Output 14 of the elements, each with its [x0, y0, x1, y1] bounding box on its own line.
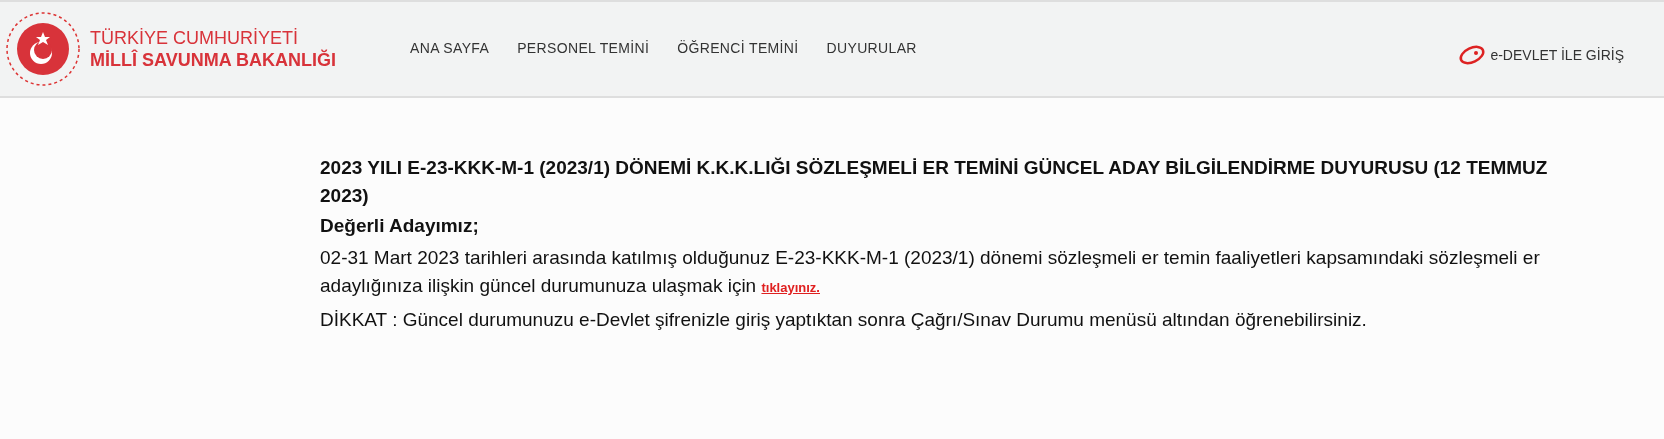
edevlet-login-link[interactable]: e-DEVLET İLE GİRİŞ [1458, 44, 1624, 66]
click-here-link[interactable]: tıklayınız. [761, 280, 820, 295]
logo-subtitle: MİLLÎ SAVUNMA BAKANLIĞI [90, 49, 336, 72]
nav-link[interactable]: PERSONEL TEMİNİ [517, 38, 650, 59]
nav-link[interactable]: ANA SAYFA [410, 38, 490, 59]
logo-title: TÜRKİYE CUMHURİYETİ [90, 26, 299, 49]
edevlet-logo-icon [1458, 45, 1487, 65]
announcement-text: 02-31 Mart 2023 tarihleri arasında katılmış olduğunuz E-23-KKK-M-1 (2023/1) dönemi sözleşmeli er temin faaliyetleri kapsamındaki sözleşmeli er adaylığınıza ilişkin güncel durumunuza ulaşmak için tıklayınız. [320, 246, 1541, 298]
nav-link[interactable]: DUYURULAR [826, 38, 917, 59]
greeting-text: Değerli Adayımız; [320, 214, 480, 238]
announcement-title: 2023 YILI E-23-KKK-M-1 (2023/1) DÖNEMİ K.K.K.LIĞI SÖZLEŞMELİ ER TEMİNİ GÜNCEL ADAY BİLGİLENDİRME DUYURUSU (12 TEMMUZ 2023) [320, 156, 1549, 208]
nav-link[interactable]: ÖĞRENCİ TEMİNİ [677, 38, 799, 59]
emblem-icon[interactable] [4, 10, 82, 88]
notice-text: DİKKAT : Güncel durumunuzu e-Devlet şifrenizle giriş yaptıktan sonra Çağrı/Sınav Durumu menüsü altından öğrenebilirsiniz. [320, 308, 1368, 332]
